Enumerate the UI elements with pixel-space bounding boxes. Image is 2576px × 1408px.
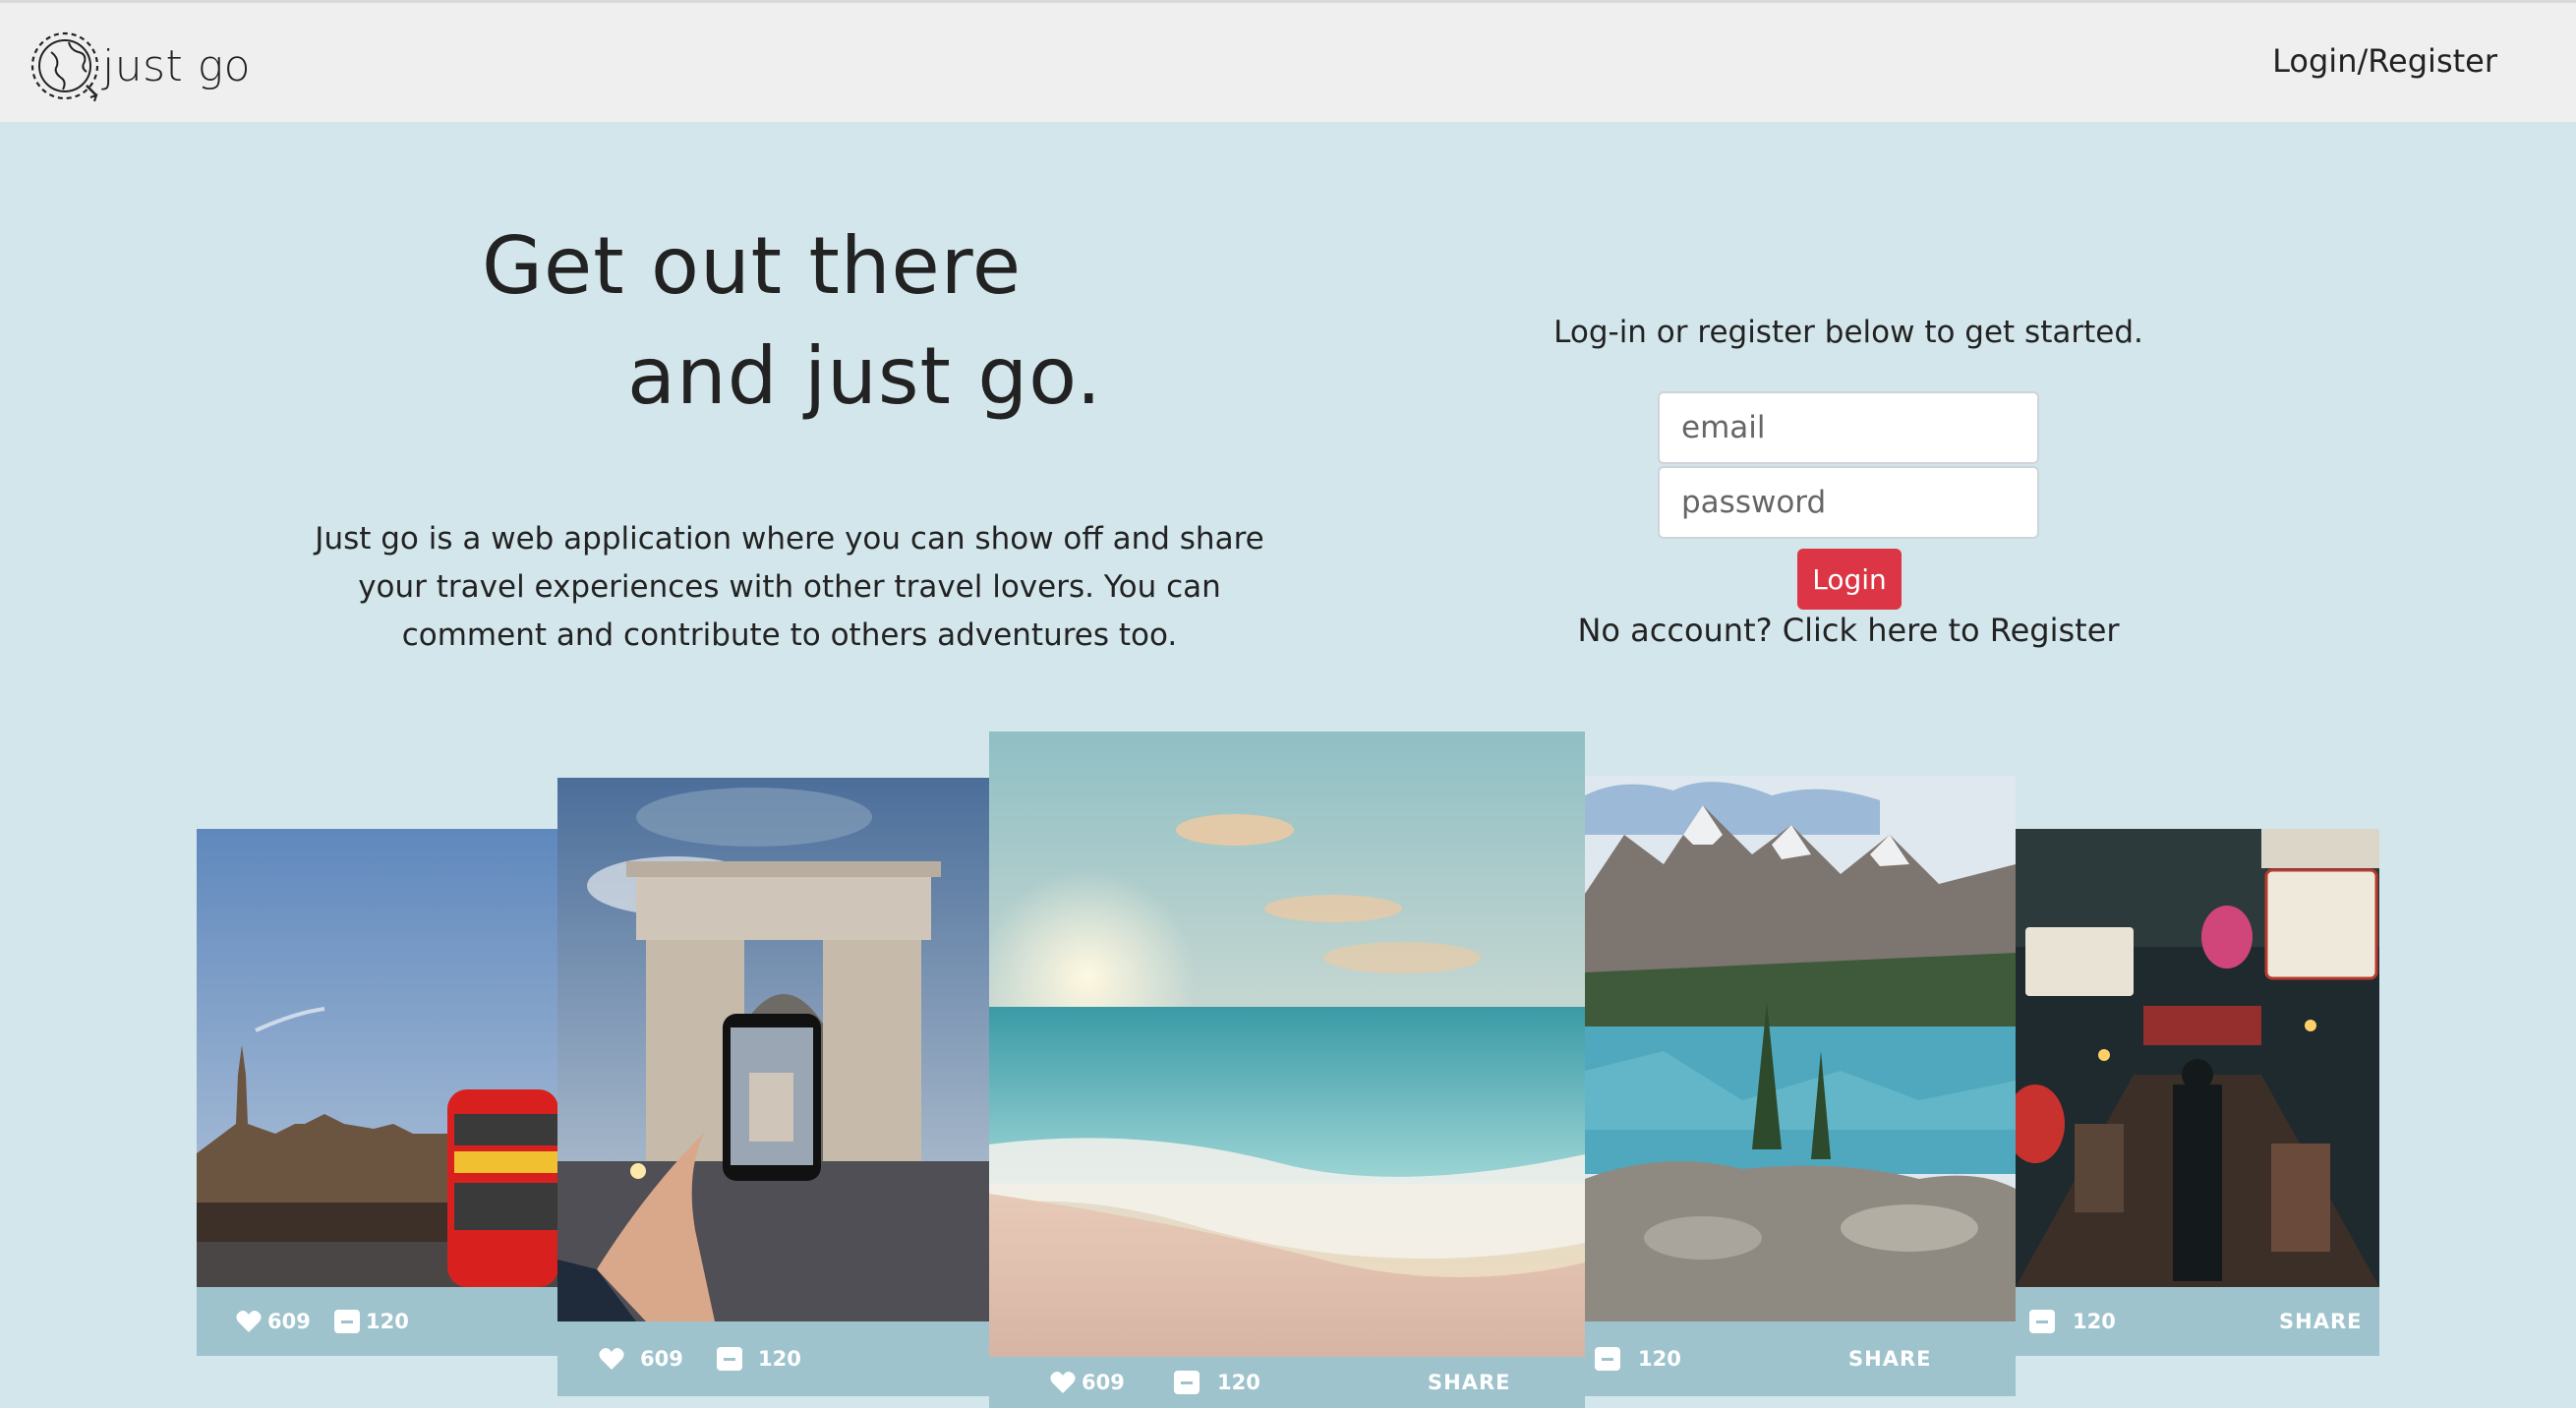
comments-stat[interactable]: 120 [717, 1347, 801, 1371]
comments-stat[interactable]: 120 [1174, 1371, 1260, 1394]
comments-count: 120 [758, 1347, 801, 1371]
comments-count: 120 [1217, 1371, 1260, 1394]
login-button[interactable]: Login [1797, 549, 1902, 610]
paris-photo [557, 778, 990, 1321]
comment-icon [1595, 1347, 1620, 1371]
photo-card-paris[interactable]: 609 120 [557, 778, 990, 1396]
beach-photo [989, 732, 1585, 1357]
login-register-link[interactable]: Login/Register [2272, 42, 2497, 80]
comments-stat[interactable]: 120 [2029, 1310, 2116, 1333]
card-stats-bar: 120 SHARE [1585, 1321, 2016, 1396]
comment-icon [334, 1310, 360, 1333]
hero-title: Get out there and just go. [482, 211, 1102, 432]
hero-title-line2: and just go. [627, 330, 1103, 422]
comments-count: 120 [1638, 1347, 1681, 1371]
register-link[interactable]: No account? Click here to Register [1514, 612, 2183, 649]
navbar: just go Login/Register [0, 0, 2576, 122]
comment-icon [2029, 1310, 2055, 1333]
likes-stat[interactable]: 609 [236, 1310, 311, 1333]
share-button[interactable]: SHARE [1848, 1347, 1931, 1371]
hero-title-line1: Get out there [482, 220, 1023, 312]
email-field[interactable] [1658, 391, 2039, 464]
heart-icon [236, 1311, 262, 1332]
likes-stat[interactable]: 609 [1050, 1371, 1125, 1394]
heart-icon [1050, 1372, 1076, 1393]
likes-count: 609 [1082, 1371, 1125, 1394]
tokyo-alley-photo [2016, 829, 2379, 1287]
card-stats-bar: 609 120 [557, 1321, 990, 1396]
comments-stat[interactable]: 120 [1595, 1347, 1681, 1371]
share-button[interactable]: SHARE [2279, 1310, 2362, 1333]
comment-icon [717, 1347, 742, 1371]
london-photo [197, 829, 558, 1287]
login-prompt: Log-in or register below to get started. [1553, 315, 2143, 350]
password-field[interactable] [1658, 466, 2039, 539]
comments-count: 120 [366, 1310, 409, 1333]
photo-card-mountains[interactable]: 120 SHARE [1585, 776, 2016, 1396]
mountain-lake-photo [1585, 776, 2016, 1321]
comments-count: 120 [2073, 1310, 2116, 1333]
card-stats-bar: 609 120 SHARE [989, 1357, 1585, 1408]
comment-icon [1174, 1371, 1200, 1394]
heart-icon [599, 1348, 624, 1370]
likes-stat[interactable]: 609 [599, 1347, 683, 1371]
photo-card-beach[interactable]: 609 120 SHARE [989, 732, 1585, 1408]
likes-count: 609 [267, 1310, 311, 1333]
card-stats-bar: 609 120 [197, 1287, 558, 1356]
share-button[interactable]: SHARE [1428, 1371, 1510, 1394]
card-stats-bar: 120 SHARE [2016, 1287, 2379, 1356]
hero-description: Just go is a web application where you c… [315, 521, 1264, 653]
likes-count: 609 [640, 1347, 683, 1371]
photo-card-london[interactable]: 609 120 [197, 829, 558, 1356]
comments-stat[interactable]: 120 [334, 1310, 409, 1333]
photo-card-tokyo[interactable]: 120 SHARE [2016, 829, 2379, 1356]
globe-logo-icon [30, 31, 99, 102]
brand[interactable]: just go [29, 29, 251, 103]
brand-name: just go [102, 40, 252, 91]
